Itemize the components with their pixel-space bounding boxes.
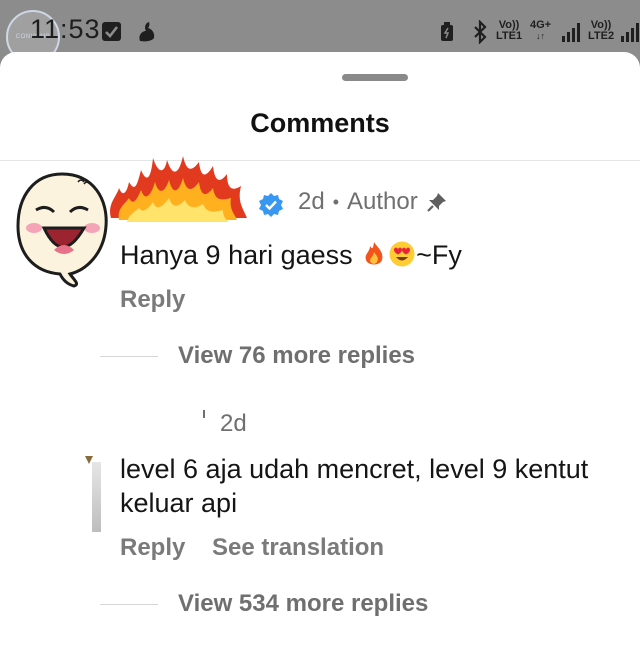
volte-2-bottom: LTE2	[588, 30, 615, 42]
avatar[interactable]	[14, 170, 110, 288]
volte-label-2: Vo)) LTE2	[588, 20, 614, 42]
sheet-title: Comments	[250, 108, 390, 138]
verified-badge-icon	[258, 192, 284, 218]
pin-icon	[426, 191, 448, 213]
signal-icon-2	[621, 22, 639, 42]
heart-eyes-emoji-icon	[388, 240, 416, 276]
author-badge: Author	[347, 188, 418, 215]
view-more-replies[interactable]: View 534 more replies	[100, 590, 428, 618]
bird-icon	[136, 19, 158, 43]
see-translation-button[interactable]: See translation	[212, 534, 384, 562]
data-arrows-icon: ↓↑	[536, 31, 546, 41]
view-more-replies-label: View 534 more replies	[178, 590, 429, 617]
comment-text-main: Hanya 9 hari gaess	[120, 240, 361, 270]
comment-time: 2d	[298, 188, 325, 215]
avatar-fragment[interactable]	[92, 462, 101, 532]
status-clock: 11:53	[30, 14, 101, 44]
fire-emoji-icon	[360, 240, 388, 276]
comment-text: level 6 aja udah mencret, level 9 kentut…	[120, 454, 589, 518]
title-divider	[0, 160, 640, 161]
comment-text: Hanya 9 hari gaess ~Fy	[120, 238, 462, 276]
arrow-icon	[84, 452, 94, 464]
comment-meta: 2d • Author	[298, 188, 448, 216]
volte-label-1: Vo)) LTE1	[496, 20, 522, 42]
reply-button[interactable]: Reply	[120, 534, 185, 562]
signal-icon	[562, 22, 580, 42]
volte-1-bottom: LTE1	[496, 30, 523, 42]
username-fragment	[203, 410, 205, 418]
replies-divider-line	[100, 355, 158, 357]
bluetooth-icon	[472, 19, 488, 45]
comment-text-signature: ~Fy	[416, 240, 462, 270]
drag-handle[interactable]	[342, 74, 408, 81]
comment-time: 2d	[220, 410, 247, 437]
fire-username-graphic[interactable]	[103, 148, 253, 228]
battery-icon	[440, 22, 454, 42]
network-type-text: 4G+	[530, 19, 552, 31]
view-more-replies[interactable]: View 76 more replies	[100, 342, 415, 370]
replies-divider-line	[100, 603, 158, 605]
view-more-replies-label: View 76 more replies	[178, 342, 416, 369]
network-type-label: 4G+ ↓↑	[530, 20, 551, 42]
reply-button[interactable]: Reply	[120, 286, 185, 314]
check-box-icon	[102, 22, 121, 41]
meta-separator: •	[332, 191, 340, 212]
